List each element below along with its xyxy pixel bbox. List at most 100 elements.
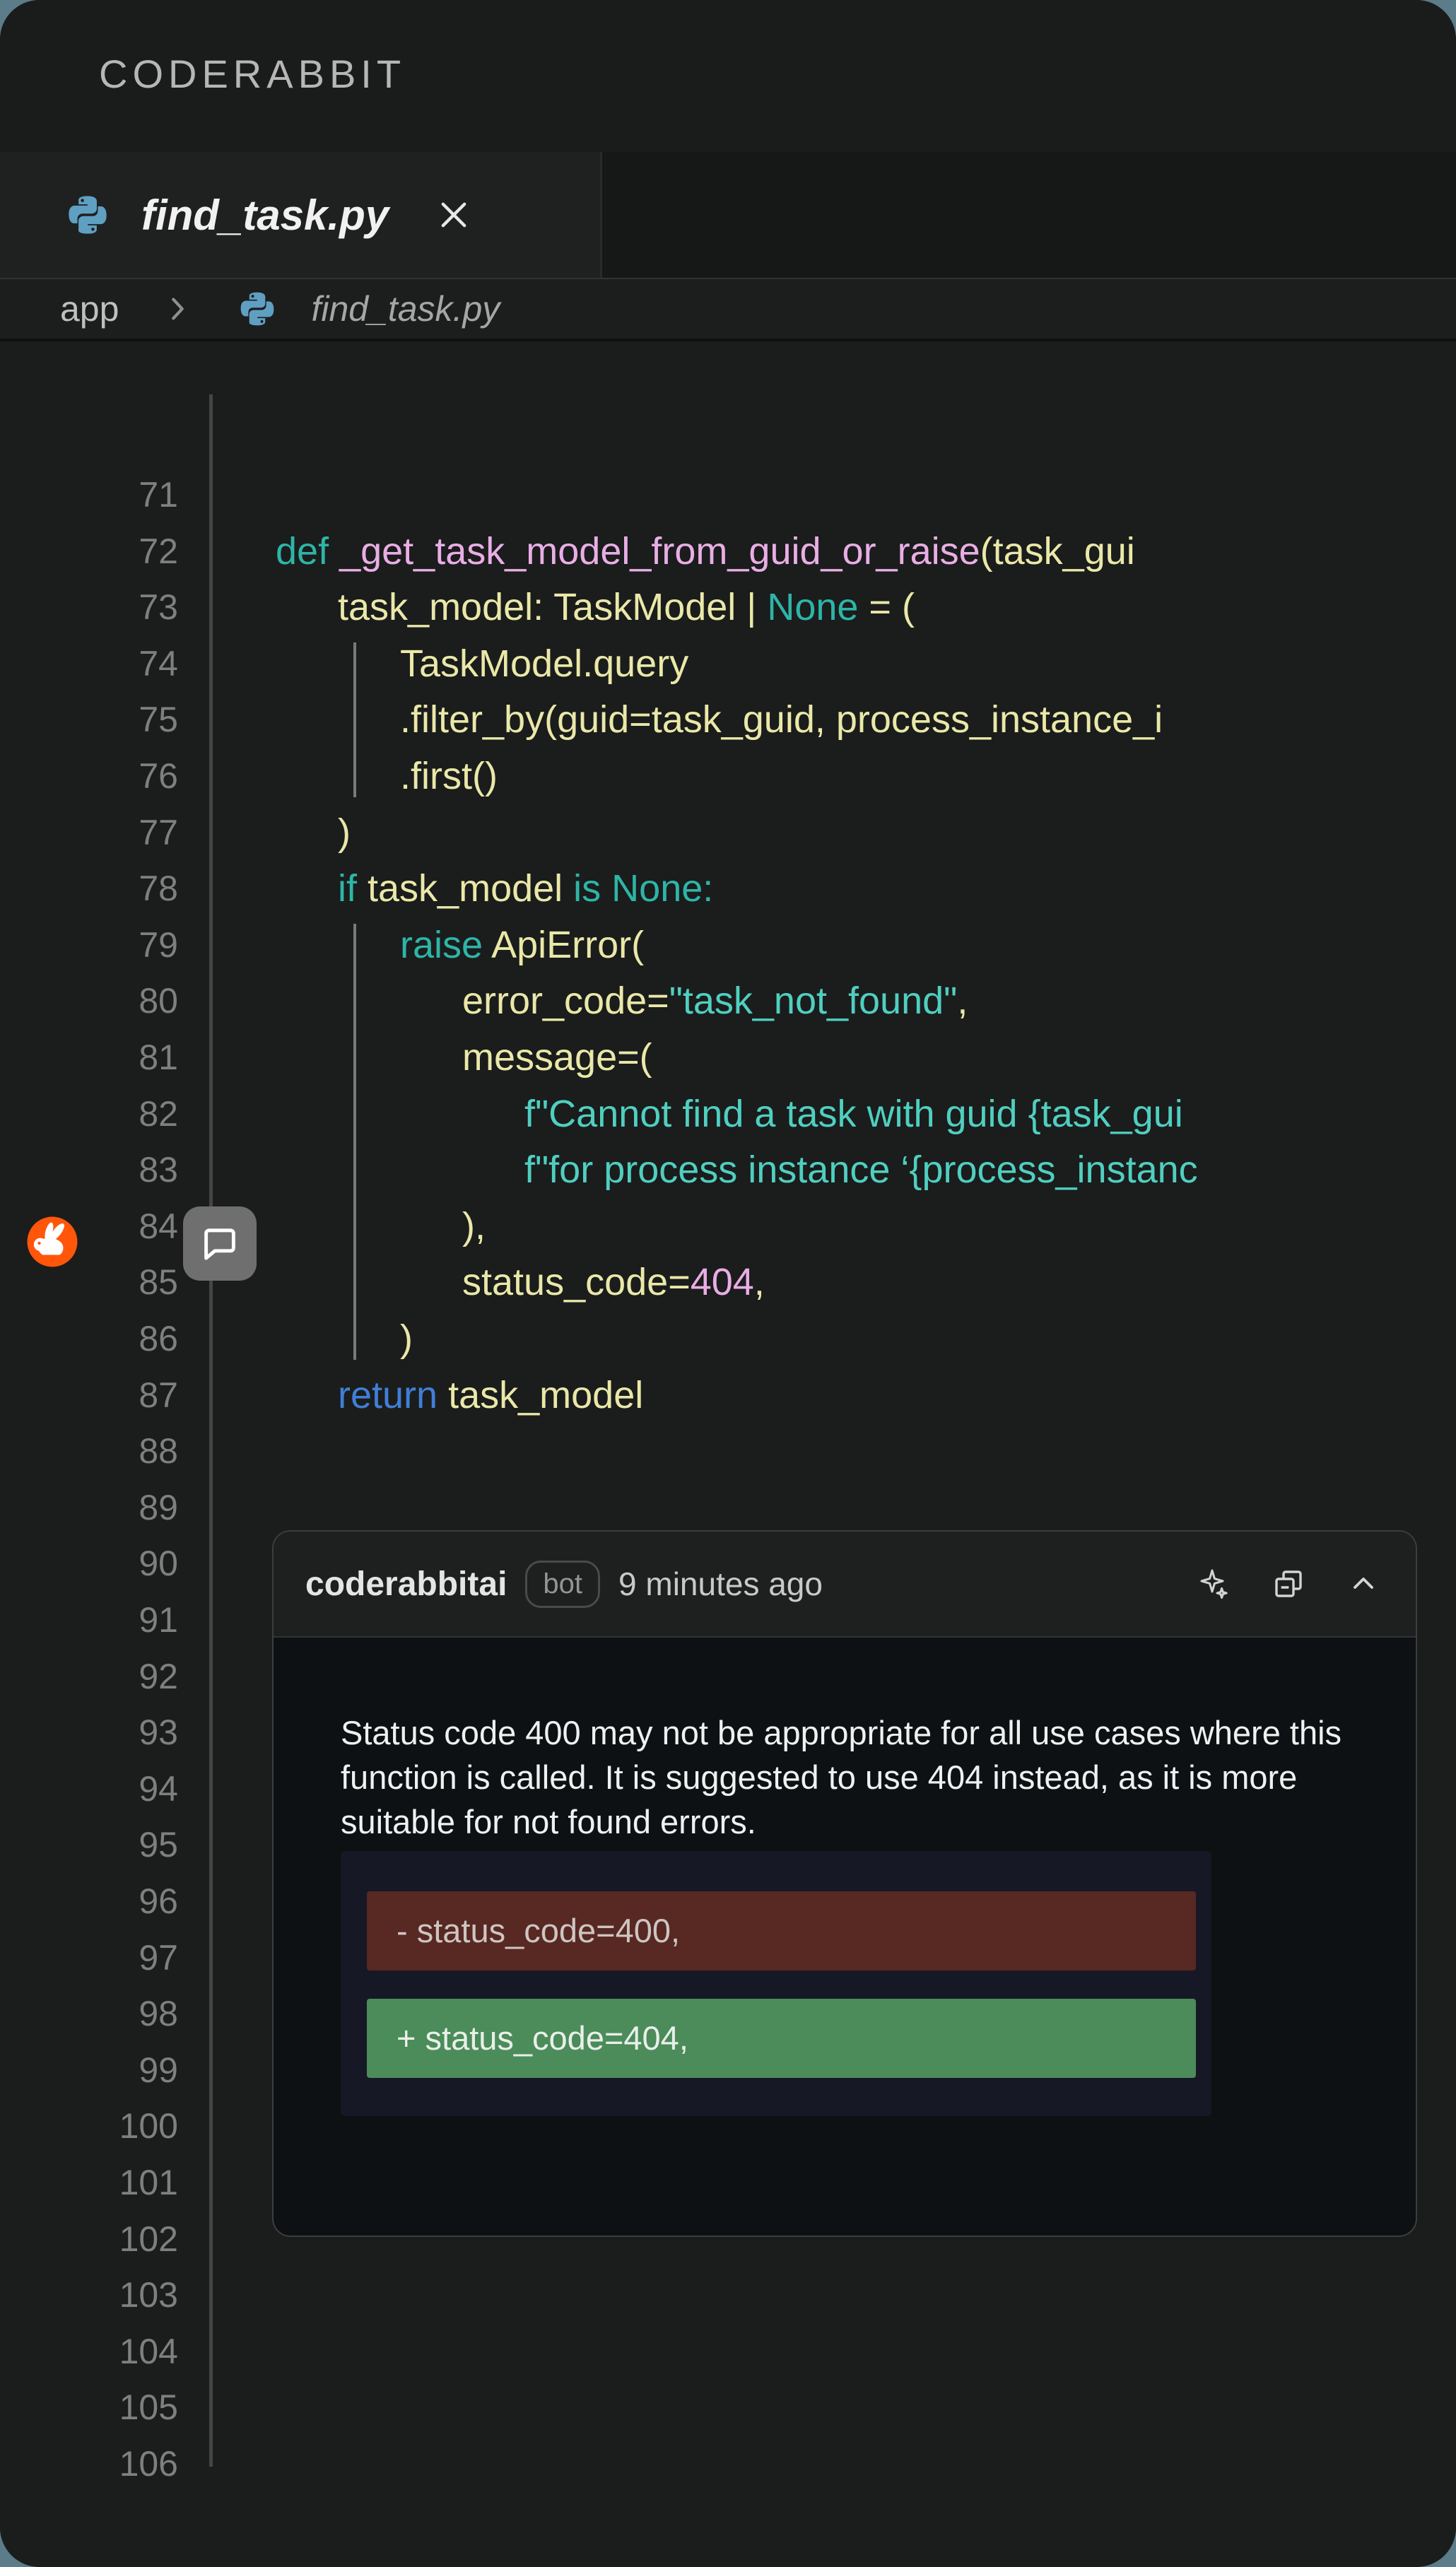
code-line: .filter_by(guid=task_guid, process_insta… bbox=[276, 691, 1163, 748]
line-number: 98 bbox=[28, 1985, 178, 2042]
code-token: task_model bbox=[448, 1374, 643, 1416]
comment-bubble-icon bbox=[198, 1222, 242, 1266]
code-line: message=( bbox=[276, 1029, 652, 1086]
code-token: status_code= bbox=[462, 1261, 691, 1303]
line-number: 106 bbox=[28, 2436, 178, 2492]
code-line: def _get_task_model_from_guid_or_raise(t… bbox=[276, 523, 1135, 580]
sparkles-icon[interactable] bbox=[1197, 1567, 1231, 1601]
line-number: 96 bbox=[28, 1873, 178, 1929]
code-line: return task_model bbox=[276, 1367, 643, 1423]
line-number: 93 bbox=[28, 1704, 178, 1761]
title-bar: CODERABBIT bbox=[0, 0, 1456, 152]
code-line: task_model: TaskModel | None = ( bbox=[276, 579, 915, 635]
chevron-up-icon[interactable] bbox=[1346, 1567, 1380, 1601]
line-number: 74 bbox=[28, 635, 178, 692]
comment-header: coderabbitai bot 9 minutes ago bbox=[274, 1532, 1416, 1638]
line-number: 87 bbox=[28, 1367, 178, 1423]
line-number: 90 bbox=[28, 1535, 178, 1592]
python-icon bbox=[237, 289, 277, 329]
line-number: 103 bbox=[28, 2267, 178, 2323]
code-token: ), bbox=[462, 1205, 486, 1247]
code-line: f"Cannot find a task with guid {task_gui bbox=[276, 1086, 1183, 1142]
code-token: is None: bbox=[573, 867, 713, 910]
code-token: def bbox=[276, 530, 339, 572]
code-token: .first() bbox=[400, 755, 498, 797]
line-number: 92 bbox=[28, 1648, 178, 1705]
comment-toggle-button[interactable] bbox=[183, 1206, 257, 1281]
code-line: status_code=404, bbox=[276, 1254, 765, 1310]
code-token: raise bbox=[400, 924, 491, 966]
diff-block: - status_code=400, + status_code=404, bbox=[341, 1851, 1211, 2116]
tab-bar: find_task.py bbox=[0, 152, 1456, 278]
code-token: f"for process instance ‘{process_instanc bbox=[524, 1149, 1198, 1191]
line-number: 86 bbox=[28, 1310, 178, 1367]
code-line: ), bbox=[276, 1198, 486, 1255]
diff-added-line: + status_code=404, bbox=[367, 1999, 1196, 2078]
line-number: 105 bbox=[28, 2379, 178, 2436]
breadcrumb: app find_task.py bbox=[0, 278, 1456, 341]
line-number: 71 bbox=[28, 466, 178, 523]
line-number: 77 bbox=[28, 804, 178, 861]
comment-body: Status code 400 may not be appropriate f… bbox=[274, 1638, 1416, 2116]
code-token: return bbox=[338, 1374, 448, 1416]
code-token: message=( bbox=[462, 1036, 652, 1079]
code-editor: 7172737475767778798081828384858687888990… bbox=[0, 344, 1456, 2567]
comment-text: Status code 400 may not be appropriate f… bbox=[341, 1710, 1358, 1844]
code-line: if task_model is None: bbox=[276, 860, 713, 917]
code-token: task_model bbox=[368, 867, 573, 910]
python-icon bbox=[65, 192, 110, 237]
app-title: CODERABBIT bbox=[99, 51, 406, 97]
line-number: 102 bbox=[28, 2211, 178, 2267]
line-number: 94 bbox=[28, 1761, 178, 1817]
code-line: raise ApiError( bbox=[276, 917, 644, 973]
code-token: "task_not_found" bbox=[669, 980, 958, 1022]
copy-icon[interactable] bbox=[1272, 1567, 1305, 1601]
line-number: 95 bbox=[28, 1816, 178, 1873]
code-line: ) bbox=[276, 1310, 413, 1367]
code-token: = ( bbox=[858, 586, 915, 628]
line-number: 104 bbox=[28, 2323, 178, 2380]
chevron-right-icon bbox=[161, 293, 194, 325]
line-number: 73 bbox=[28, 579, 178, 635]
line-number: 88 bbox=[28, 1423, 178, 1479]
comment-timestamp: 9 minutes ago bbox=[618, 1565, 823, 1603]
line-number: 101 bbox=[28, 2154, 178, 2211]
coderabbit-window: CODERABBIT find_task.py app bbox=[0, 0, 1456, 2567]
code-line: error_code="task_not_found", bbox=[276, 973, 968, 1029]
breadcrumb-folder[interactable]: app bbox=[60, 288, 119, 329]
code-line: TaskModel.query bbox=[276, 635, 688, 692]
line-number: 82 bbox=[28, 1086, 178, 1142]
line-number: 75 bbox=[28, 691, 178, 748]
line-number: 80 bbox=[28, 973, 178, 1029]
line-number: 91 bbox=[28, 1592, 178, 1648]
line-number: 99 bbox=[28, 2042, 178, 2098]
code-token: .filter_by(guid=task_guid, process_insta… bbox=[400, 698, 1163, 741]
comment-author: coderabbitai bbox=[305, 1565, 507, 1604]
line-number: 72 bbox=[28, 523, 178, 580]
bot-badge: bot bbox=[525, 1561, 600, 1608]
breadcrumb-file[interactable]: find_task.py bbox=[311, 288, 500, 329]
line-number: 79 bbox=[28, 917, 178, 973]
code-line: ) bbox=[276, 804, 351, 861]
review-comment-card: coderabbitai bot 9 minutes ago bbox=[272, 1530, 1417, 2237]
code-line: .first() bbox=[276, 748, 498, 804]
code-token: if bbox=[338, 867, 368, 910]
code-token: 404 bbox=[691, 1261, 754, 1303]
tab-find-task[interactable]: find_task.py bbox=[0, 152, 602, 278]
line-number: 97 bbox=[28, 1929, 178, 1986]
code-token: None bbox=[767, 586, 858, 628]
close-icon[interactable] bbox=[435, 196, 472, 233]
code-token: (task_gui bbox=[980, 530, 1135, 572]
code-line: f"for process instance ‘{process_instanc bbox=[276, 1141, 1198, 1198]
code-token: , bbox=[754, 1261, 765, 1303]
line-number: 81 bbox=[28, 1029, 178, 1086]
code-token: ) bbox=[400, 1317, 413, 1360]
code-token: TaskModel.query bbox=[400, 642, 688, 685]
line-number: 83 bbox=[28, 1141, 178, 1198]
diff-removed-line: - status_code=400, bbox=[367, 1891, 1196, 1970]
code-token: error_code= bbox=[462, 980, 669, 1022]
line-number: 78 bbox=[28, 860, 178, 917]
coderabbit-marker-icon[interactable] bbox=[26, 1216, 78, 1268]
line-number: 100 bbox=[28, 2098, 178, 2154]
code-token: _get_task_model_from_guid_or_raise bbox=[339, 530, 980, 572]
